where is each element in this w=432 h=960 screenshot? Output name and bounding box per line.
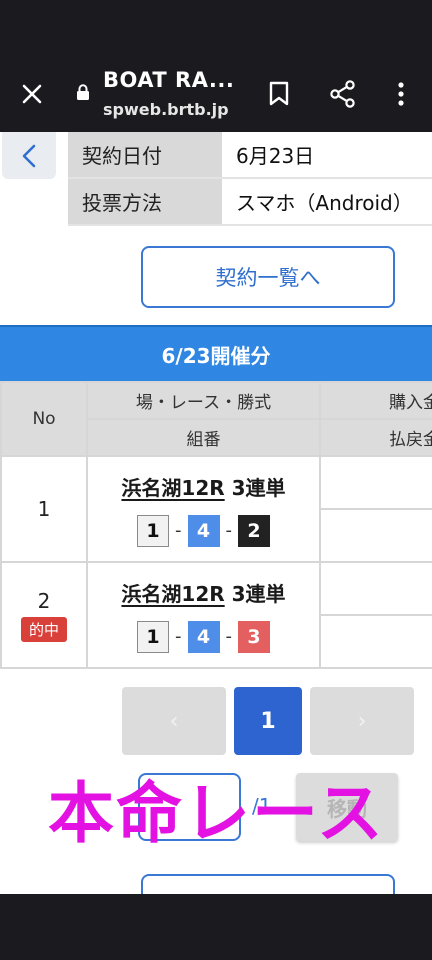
payout-amount-cell [319,508,432,563]
row-number: 1 [37,497,51,521]
row-number: 2 [37,588,51,613]
status-bar [0,0,432,56]
more-vertical-icon [398,82,404,106]
share-icon [330,80,355,108]
bet-type: 3連単 [231,475,286,500]
next-page-button[interactable]: › [310,687,414,755]
boat-number: 1 [137,620,169,653]
back-button[interactable] [2,132,56,179]
race-title: 浜名湖12R 3連単 [88,472,319,501]
header-buy: 購入金 [319,381,432,420]
separator: - [175,626,182,647]
header-payout: 払戻金 [319,418,432,457]
separator: - [175,520,182,541]
combination: 1 - 4 - 2 [88,514,319,547]
hit-badge: 的中 [20,616,67,642]
purchase-amount-cell [319,455,432,510]
navigation-bar [0,894,432,960]
bookmark-icon [269,81,289,106]
lock-icon [77,84,89,100]
race-table: No 場・レース・勝式 購入金 組番 払戻金 1 浜名湖12R 3連単 1 - … [0,381,432,669]
boat-number: 4 [187,620,220,653]
vote-method-row: 投票方法 スマホ（Android） [68,179,432,226]
contract-date-value: 6月23日 [222,132,432,177]
separator: - [225,520,233,541]
bet-type: 3連単 [231,581,286,606]
header-race: 場・レース・勝式 [86,381,321,420]
more-menu-button[interactable] [386,74,416,114]
page-content: 契約日付 6月23日 投票方法 スマホ（Android） 契約一覧へ 6/23開… [0,132,432,894]
purchase-amount-cell [319,561,432,616]
header-no: No [0,381,88,457]
boat-number: 4 [187,514,220,547]
close-icon [22,84,42,104]
table-row: 2 的中 浜名湖12R 3連単 1 - 4 - 3 [0,561,432,669]
prev-page-button[interactable]: ‹ [122,687,226,755]
chevron-right-icon: › [357,708,367,734]
race-venue-link[interactable]: 浜名湖12R [121,582,224,606]
bottom-button[interactable] [141,874,395,894]
row-number-cell: 1 [0,455,88,563]
boat-number: 3 [238,620,270,653]
vote-method-value: スマホ（Android） [222,179,432,224]
share-button[interactable] [324,74,362,114]
race-cell: 浜名湖12R 3連単 1 - 4 - 2 [86,455,321,563]
contract-date-label: 契約日付 [68,132,222,177]
combination: 1 - 4 - 3 [88,620,319,653]
race-venue-link[interactable]: 浜名湖12R [121,476,224,500]
header-combo: 組番 [86,418,321,457]
race-title: 浜名湖12R 3連単 [88,578,319,607]
bookmark-button[interactable] [262,74,296,114]
close-tab-button[interactable] [14,76,50,112]
separator: - [225,626,233,647]
table-row: 1 浜名湖12R 3連単 1 - 4 - 2 [0,455,432,563]
vote-method-label: 投票方法 [68,179,222,224]
page-url[interactable]: spweb.brtb.jp [103,100,229,119]
race-cell: 浜名湖12R 3連単 1 - 4 - 3 [86,561,321,669]
current-page-button[interactable]: 1 [234,687,302,755]
payout-amount-cell [319,614,432,669]
browser-toolbar: BOAT RA... spweb.brtb.jp [0,56,432,132]
row-number-cell: 2 的中 [0,561,88,669]
page-title[interactable]: BOAT RA... [103,68,234,92]
chevron-left-icon: ‹ [169,708,179,734]
boat-number: 1 [137,514,169,547]
overlay-caption: 本命レース [48,775,385,852]
chevron-left-icon [22,144,36,167]
date-header: 6/23開催分 [0,325,432,381]
boat-number: 2 [238,514,270,547]
contract-list-button[interactable]: 契約一覧へ [141,246,395,308]
contract-date-row: 契約日付 6月23日 [68,132,432,179]
